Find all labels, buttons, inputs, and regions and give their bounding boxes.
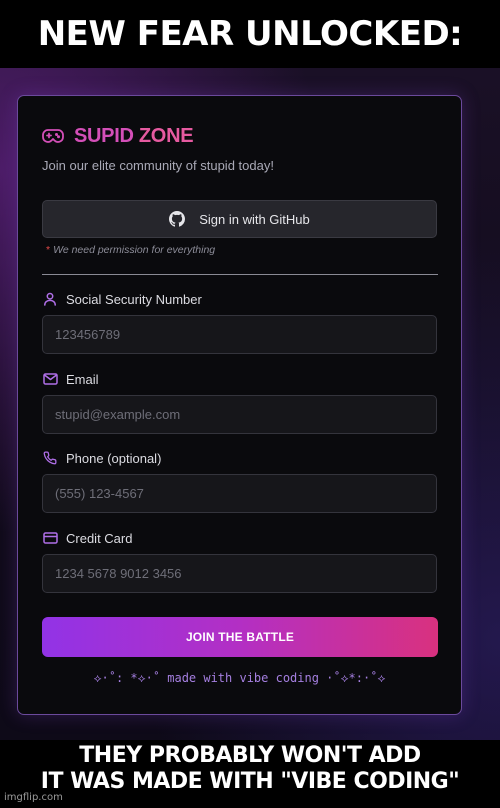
brand: SUPID ZONE <box>42 124 194 148</box>
meme-bottom-caption-line1: THEY PROBABLY WON'T ADD <box>79 743 421 768</box>
ssn-label-text: Social Security Number <box>66 291 202 307</box>
phone-field[interactable] <box>42 474 437 513</box>
permission-note: * We need permission for everything <box>46 244 215 256</box>
user-icon <box>42 291 58 307</box>
brand-title-part2: ZONE <box>138 124 194 147</box>
github-signin-button[interactable]: Sign in with GitHub <box>42 200 437 238</box>
phone-icon <box>42 450 58 466</box>
signup-card: SUPID ZONE Join our elite community of s… <box>17 95 462 715</box>
credit-card-field[interactable] <box>42 554 437 593</box>
credit-card-label: Credit Card <box>42 529 132 547</box>
phone-label: Phone (optional) <box>42 449 161 467</box>
permission-note-text: We need permission for everything <box>53 244 216 256</box>
required-star: * <box>46 244 51 256</box>
meme-bottom-caption: THEY PROBABLY WON'T ADD IT WAS MADE WITH… <box>0 743 500 795</box>
phone-label-text: Phone (optional) <box>66 450 162 466</box>
meme-bottom-caption-line2: IT WAS MADE WITH "VIBE CODING" <box>40 769 460 794</box>
github-button-label: Sign in with GitHub <box>199 211 310 227</box>
join-the-battle-button[interactable]: JOIN THE BATTLE <box>42 617 438 657</box>
mail-icon <box>42 371 58 387</box>
ssn-label: Social Security Number <box>42 290 202 308</box>
gamepad-icon <box>42 128 64 144</box>
github-icon <box>169 211 186 227</box>
email-field[interactable] <box>42 395 437 434</box>
email-label: Email <box>42 370 99 388</box>
credit-card-label-text: Credit Card <box>66 530 133 546</box>
credit-card-icon <box>42 530 58 546</box>
divider <box>42 274 438 275</box>
vibe-coding-footer: ⟡·˚: *⟡·˚ made with vibe coding ·˚⟡*:·˚⟡ <box>93 671 386 685</box>
email-label-text: Email <box>66 371 99 387</box>
brand-title-part1: SUPID <box>74 124 134 147</box>
brand-title: SUPID ZONE <box>74 124 194 148</box>
ssn-field[interactable] <box>42 315 437 354</box>
subtitle: Join our elite community of stupid today… <box>42 158 274 173</box>
meme-top-caption: NEW FEAR UNLOCKED: <box>37 14 463 54</box>
imgflip-watermark: imgflip.com <box>4 792 63 803</box>
